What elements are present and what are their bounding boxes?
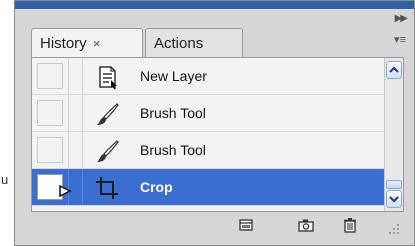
- history-item[interactable]: Brush Tool: [32, 95, 384, 132]
- snapshot-checkbox[interactable]: [37, 63, 63, 89]
- snapshot-checkbox[interactable]: [37, 100, 63, 126]
- close-icon[interactable]: ×: [93, 36, 101, 51]
- source-column: [69, 95, 83, 131]
- scroll-thumb[interactable]: [386, 180, 402, 189]
- vertical-scrollbar[interactable]: [384, 58, 403, 211]
- crop-icon: [96, 177, 118, 199]
- resize-grip-icon[interactable]: [388, 223, 400, 235]
- history-item-selected[interactable]: Crop: [32, 169, 384, 206]
- scroll-up-button[interactable]: [386, 61, 402, 79]
- snapshot-column: [32, 95, 69, 131]
- history-item-label: Brush Tool: [140, 105, 206, 121]
- history-item-label: Crop: [140, 179, 173, 195]
- history-item-label: New Layer: [140, 68, 207, 84]
- chevron-up-icon: [389, 66, 399, 73]
- history-rows: New Layer Brush Tool Brush Tool Crop: [32, 58, 384, 211]
- tab-history[interactable]: History ×: [31, 28, 143, 57]
- new-layer-icon: [99, 66, 117, 90]
- tab-actions-label: Actions: [154, 35, 204, 52]
- history-item-label: Brush Tool: [140, 142, 206, 158]
- history-footer: [31, 212, 404, 238]
- snapshot-column: [32, 132, 69, 168]
- trash-icon[interactable]: [341, 217, 359, 233]
- history-item[interactable]: Brush Tool: [32, 132, 384, 169]
- double-right-arrow-icon[interactable]: ▶▶: [395, 13, 408, 24]
- source-column: [69, 58, 83, 94]
- new-document-icon[interactable]: [237, 217, 255, 233]
- background-text: u: [1, 172, 9, 187]
- window-title-strip: [15, 1, 414, 9]
- source-column: [69, 132, 83, 168]
- history-item[interactable]: New Layer: [32, 58, 384, 95]
- history-palette: ▶▶ History × Actions ▾≡ New Layer Brush …: [14, 0, 415, 246]
- chevron-down-icon: [389, 196, 399, 203]
- history-state-pointer-icon[interactable]: [58, 183, 78, 199]
- snapshot-column: [32, 58, 69, 94]
- snapshot-checkbox[interactable]: [37, 137, 63, 163]
- screen: u ▶▶ History × Actions ▾≡ New Layer Brus…: [0, 0, 415, 246]
- history-list: New Layer Brush Tool Brush Tool Crop: [31, 57, 404, 212]
- camera-icon[interactable]: [297, 217, 315, 233]
- tab-actions[interactable]: Actions: [145, 28, 243, 57]
- brush-icon: [97, 140, 119, 162]
- panel-menu-icon[interactable]: ▾≡: [394, 33, 406, 46]
- brush-icon: [97, 103, 119, 125]
- tab-history-label: History: [40, 35, 87, 52]
- scroll-down-button[interactable]: [386, 190, 402, 208]
